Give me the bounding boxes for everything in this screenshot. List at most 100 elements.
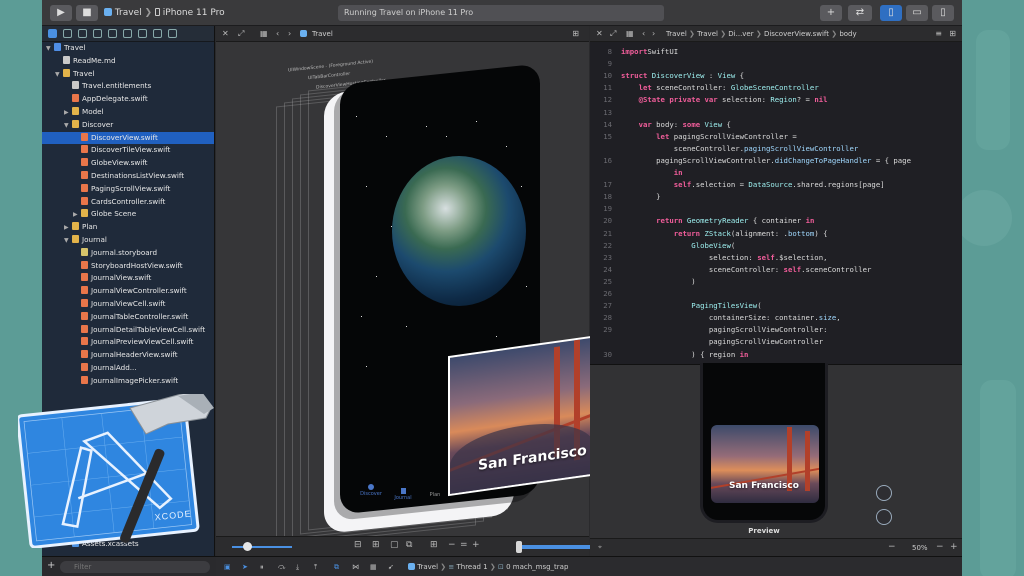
code-line[interactable]: 24 sceneController: self.sceneController xyxy=(590,264,871,276)
tree-row[interactable]: JournalDetailTableViewCell.swift xyxy=(42,324,214,337)
breadcrumb-item[interactable]: Thread 1 xyxy=(456,563,487,571)
tree-row[interactable]: ▼ Travel xyxy=(42,42,214,55)
tree-row[interactable]: DestinationsListView.swift xyxy=(42,170,214,183)
preview-canvas[interactable]: San Francisco Preview ⌖ − 50% + − xyxy=(590,363,962,556)
step-into-icon[interactable]: ⤓ xyxy=(296,557,299,576)
add-editor-icon[interactable]: ⊞ xyxy=(949,26,956,42)
zoom-in-icon[interactable]: + xyxy=(472,540,480,550)
tree-row[interactable]: JournalViewController.swift xyxy=(42,285,214,298)
code-line[interactable]: 13 xyxy=(590,107,621,119)
code-line[interactable]: 23 selection: self.$selection, xyxy=(590,252,827,264)
code-line[interactable]: 16 pagingScrollViewController.didChangeT… xyxy=(590,155,911,167)
code-line[interactable]: pagingScrollViewController xyxy=(590,336,823,348)
grid-icon[interactable]: ⊞ xyxy=(430,540,438,550)
report-icon[interactable] xyxy=(168,29,177,38)
tree-row[interactable]: CardsController.swift xyxy=(42,196,214,209)
memory-graph-icon[interactable]: ⋈ xyxy=(352,557,359,576)
breakpoints-icon[interactable]: ➤ xyxy=(242,557,248,576)
code-line[interactable]: 9 xyxy=(590,58,621,70)
back-icon[interactable]: ‹ xyxy=(276,26,279,42)
breadcrumb-item[interactable]: body xyxy=(839,30,856,38)
source-editor[interactable]: ✕ ⤢ ▦ ‹ › Travel ❯ Travel ❯ Di...ver ❯ D… xyxy=(590,26,962,371)
debug-breadcrumb[interactable]: Travel ❯ ≡ Thread 1 ❯ ⊡ 0 mach_msg_trap xyxy=(408,557,568,576)
canvas-breadcrumb[interactable]: Travel xyxy=(312,26,333,42)
tree-row[interactable]: GlobeView.swift xyxy=(42,157,214,170)
symbol-icon[interactable] xyxy=(78,29,87,38)
tree-row[interactable]: Journal.storyboard xyxy=(42,247,214,260)
tree-row[interactable]: AppDelegate.swift xyxy=(42,93,214,106)
step-over-icon[interactable]: ⤼ xyxy=(278,557,285,576)
code-line[interactable]: 20 return GeometryReader { container in xyxy=(590,215,814,227)
preview-destination-card[interactable]: San Francisco xyxy=(711,425,819,503)
preview-device[interactable]: San Francisco xyxy=(700,363,828,523)
editor-options-icon[interactable]: ≡ xyxy=(935,26,942,42)
code-line[interactable]: 17 self.selection = DataSource.shared.re… xyxy=(590,179,884,191)
zoom-fit-icon[interactable]: − xyxy=(888,542,896,552)
breadcrumb-item[interactable]: Travel xyxy=(666,30,687,38)
code-line[interactable]: 29 pagingScrollViewController: xyxy=(590,324,827,336)
tab-journal[interactable]: Journal xyxy=(388,488,418,501)
run-button[interactable]: ▶ xyxy=(50,5,72,21)
tree-row[interactable]: JournalImagePicker.swift xyxy=(42,375,214,388)
test-icon[interactable] xyxy=(123,29,132,38)
tree-row[interactable]: JournalViewCell.swift xyxy=(42,298,214,311)
code-line[interactable]: 27 PagingTilesView( xyxy=(590,300,761,312)
debug-icon[interactable] xyxy=(138,29,147,38)
close-icon[interactable]: ✕ xyxy=(222,26,229,42)
code-line[interactable]: 28 containerSize: container.size, xyxy=(590,312,840,324)
related-items-icon[interactable]: ▦ xyxy=(626,26,634,42)
code-line[interactable]: 18 } xyxy=(590,191,660,203)
environment-icon[interactable]: ▦ xyxy=(370,557,377,576)
inspector-toggle-button[interactable]: ▯ xyxy=(932,5,954,21)
source-control-icon[interactable] xyxy=(63,29,72,38)
folder-icon[interactable] xyxy=(48,29,57,38)
breadcrumb-item[interactable]: Travel xyxy=(417,563,438,571)
add-editor-icon[interactable]: ⊞ xyxy=(572,26,579,42)
close-icon[interactable]: ✕ xyxy=(596,26,603,42)
code-line[interactable]: 30 ) { region in xyxy=(590,349,748,361)
tree-row[interactable]: ▼ Journal xyxy=(42,234,214,247)
code-line[interactable]: 19 xyxy=(590,203,621,215)
warning-icon[interactable] xyxy=(108,29,117,38)
tree-row[interactable]: JournalHeaderView.swift xyxy=(42,349,214,362)
breadcrumb-item[interactable]: Travel xyxy=(697,30,718,38)
tree-row[interactable]: JournalPreviewViewCell.swift xyxy=(42,336,214,349)
breadcrumb-item[interactable]: 0 mach_msg_trap xyxy=(506,563,568,571)
zoom-fit-icon[interactable]: = xyxy=(460,540,468,550)
camera-icon[interactable]: ⧉ xyxy=(406,540,412,550)
forward-icon[interactable]: › xyxy=(652,26,655,42)
tree-row[interactable]: ReadMe.md xyxy=(42,55,214,68)
zoom-in-icon[interactable]: + xyxy=(950,542,958,552)
tree-row[interactable]: ▶ Model xyxy=(42,106,214,119)
view-debugger-canvas[interactable]: ✕ ⤢ ▦ ‹ › Travel ⊞ UIWindowScene - (Fore… xyxy=(216,26,614,556)
view-debugger-icon[interactable]: ⧉ xyxy=(334,557,339,576)
tree-row[interactable]: DiscoverTileView.swift xyxy=(42,144,214,157)
code-line[interactable]: 8 importSwiftUI xyxy=(590,46,679,58)
tree-row[interactable]: JournalView.swift xyxy=(42,272,214,285)
back-icon[interactable]: ‹ xyxy=(642,26,645,42)
forward-icon[interactable]: › xyxy=(288,26,291,42)
code-review-button[interactable]: ⇄ xyxy=(848,5,872,21)
code-line[interactable]: 21 return ZStack(alignment: .bottom) { xyxy=(590,228,827,240)
expand-icon[interactable]: ⤢ xyxy=(238,26,244,42)
stop-button[interactable]: ■ xyxy=(76,5,98,21)
code-line[interactable]: 12 @State private var selection: Region?… xyxy=(590,94,827,106)
tree-row[interactable]: StoryboardHostView.swift xyxy=(42,260,214,273)
debug-area-toggle-button[interactable]: ▭ xyxy=(906,5,928,21)
code-line[interactable]: 22 GlobeView( xyxy=(590,240,735,252)
tree-row[interactable]: ▶ Globe Scene xyxy=(42,208,214,221)
scheme-selector[interactable]: Travel ❯ iPhone 11 Pro xyxy=(104,5,225,21)
editor-breadcrumb[interactable]: Travel ❯ Travel ❯ Di...ver ❯ DiscoverVie… xyxy=(666,26,857,42)
orient-icon[interactable]: ▢ xyxy=(390,540,399,550)
related-items-icon[interactable]: ▦ xyxy=(260,26,268,42)
breadcrumb-item[interactable]: Di...ver xyxy=(728,30,753,38)
zoom-out-icon[interactable]: − xyxy=(936,542,944,552)
navigator-toggle-button[interactable]: ▯ xyxy=(880,5,902,21)
step-out-icon[interactable]: ⤒ xyxy=(314,557,317,576)
show-clipped-icon[interactable]: ⊟ xyxy=(354,540,362,550)
code-line[interactable]: sceneController.pagingScrollViewControll… xyxy=(590,143,859,155)
code-line[interactable]: 15 let pagingScrollViewController = xyxy=(590,131,797,143)
range-knob-left[interactable] xyxy=(516,541,522,553)
search-icon[interactable] xyxy=(93,29,102,38)
tree-row[interactable]: ▶ Plan xyxy=(42,221,214,234)
